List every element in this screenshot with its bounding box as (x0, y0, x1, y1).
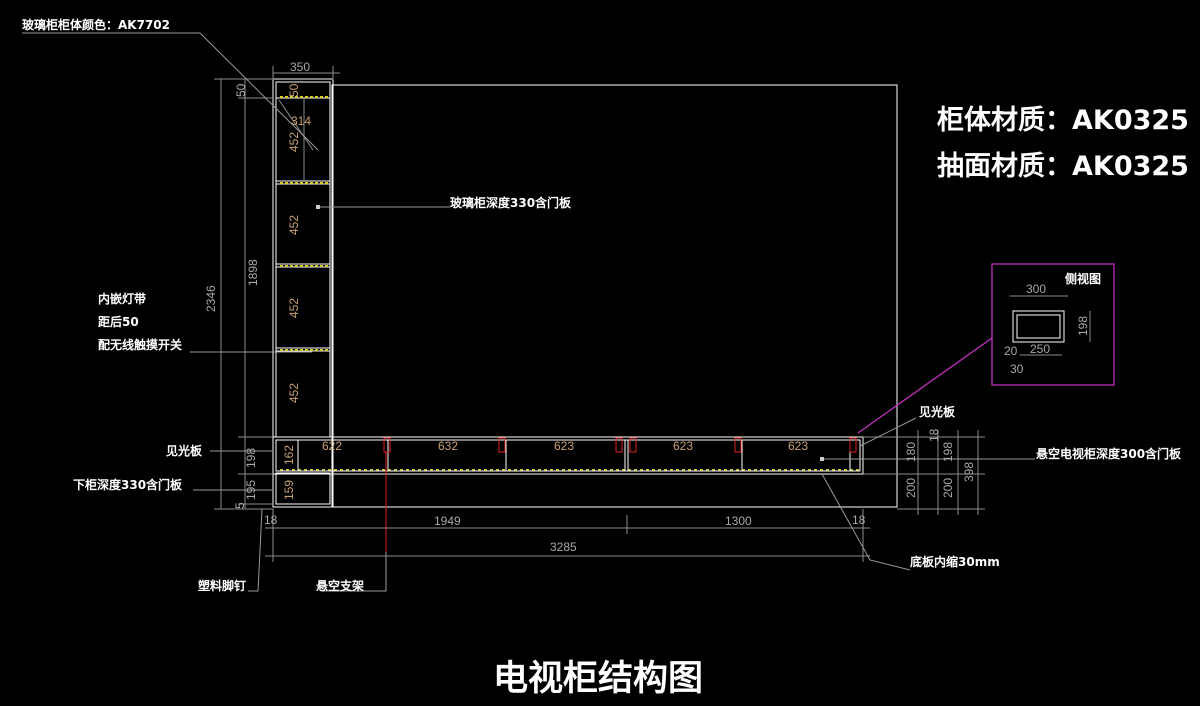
side-view (857, 263, 1115, 434)
hanging-bracket-note: 悬空支架 (315, 578, 364, 593)
dim-side-198: 198 (1076, 316, 1090, 336)
dim-shelf-height-4: 452 (287, 383, 301, 403)
led-note-line2: 距后50 (98, 314, 139, 329)
dim-side-30: 30 (1010, 362, 1024, 376)
dim-drawer-1: 622 (322, 439, 342, 453)
led-note-line3: 配无线触摸开关 (98, 337, 182, 352)
tv-wall-panel (331, 84, 898, 508)
light-board-left-note: 见光板 (166, 443, 203, 458)
dim-shelf-height-2: 452 (287, 215, 301, 235)
dim-drawer-4: 623 (673, 439, 693, 453)
dim-drawer-2: 632 (438, 439, 458, 453)
dim-top-width: 350 (290, 60, 310, 74)
dim-shelf-height-3: 452 (287, 298, 301, 318)
dim-inner-162: 162 (282, 445, 296, 465)
lower-depth-note: 下柜深度330含门板 (73, 477, 183, 492)
light-board-right-note: 见光板 (919, 404, 956, 419)
dim-side-20: 20 (1004, 344, 1018, 358)
dim-right-180: 180 (904, 442, 918, 462)
dim-bottom-18-left: 18 (264, 513, 278, 527)
led-strips (280, 96, 860, 471)
dim-left-198: 198 (244, 448, 258, 468)
dim-right-200b: 200 (941, 478, 955, 498)
dim-right-200a: 200 (904, 478, 918, 498)
side-view-label: 侧视图 (1065, 271, 1101, 286)
drawing-title: 电视柜结构图 (493, 659, 703, 699)
dim-drawer-5: 623 (788, 439, 808, 453)
dim-left-5: 5 (233, 502, 247, 509)
bottom-dimension-lines (265, 509, 870, 562)
dim-right-18: 18 (927, 428, 941, 442)
dim-shelf-height-1: 452 (287, 132, 301, 152)
dim-bottom-1949: 1949 (434, 514, 461, 528)
dim-left-1898: 1898 (246, 259, 260, 286)
dim-inner-159: 159 (282, 480, 296, 500)
led-note-line1: 内嵌灯带 (98, 291, 146, 306)
dim-shelf-50: 50 (287, 83, 301, 97)
dim-left-195: 195 (244, 480, 258, 500)
dim-right-198: 198 (941, 442, 955, 462)
dim-side-300: 300 (1026, 282, 1046, 296)
glass-color-note: 玻璃柜柜体颜色：AK7702 (22, 17, 170, 32)
dim-bottom-3285: 3285 (550, 540, 577, 554)
dim-bottom-1300: 1300 (725, 514, 752, 528)
bottom-recess-note: 底板内缩30mm (910, 554, 1000, 569)
dim-drawer-3: 623 (554, 439, 574, 453)
plastic-foot-note: 塑料脚钉 (198, 578, 246, 593)
dim-left-50: 50 (234, 83, 248, 97)
cad-drawing: 玻璃柜柜体颜色：AK7702 玻璃柜深度330含门板 内嵌灯带 距后50 配无线… (22, 17, 1189, 699)
drawer-material: 抽面材质：AK0325 (937, 151, 1189, 182)
dim-right-398: 398 (962, 462, 976, 482)
cabinet-material: 柜体材质：AK0325 (937, 105, 1189, 136)
dim-side-250: 250 (1030, 342, 1050, 356)
dim-bottom-18-right: 18 (852, 513, 866, 527)
dim-shelf-314: 314 (291, 114, 311, 128)
dim-left-2346: 2346 (204, 285, 218, 312)
glass-depth-note: 玻璃柜深度330含门板 (450, 195, 572, 210)
hanging-depth-note: 悬空电视柜深度300含门板 (1035, 446, 1182, 461)
